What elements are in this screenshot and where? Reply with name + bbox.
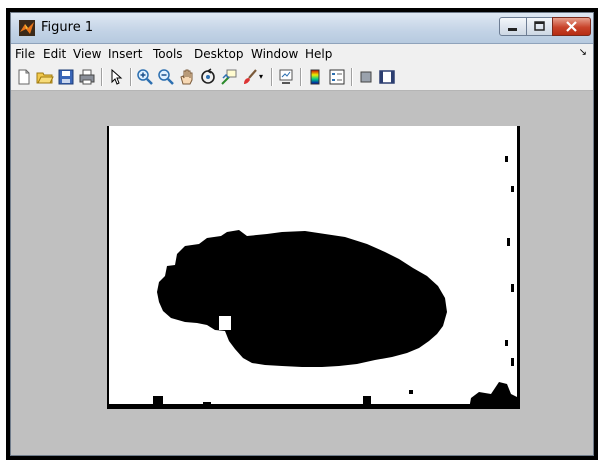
legend-button[interactable]: [328, 68, 346, 86]
toolbar-separator: [271, 68, 273, 86]
colorbar-icon: [310, 69, 320, 85]
menu-bar: File Edit View Insert Tools Desktop Wind…: [11, 44, 593, 64]
figure-window: Figure 1 File Edit View Insert Tools Des…: [10, 12, 594, 456]
pan-button[interactable]: [178, 68, 196, 86]
new-figure-icon: [18, 69, 30, 85]
menu-desktop[interactable]: Desktop: [194, 47, 244, 61]
brush-icon: [244, 69, 257, 84]
colorbar-button[interactable]: [306, 68, 324, 86]
brush-dropdown-icon[interactable]: ▾: [259, 72, 263, 81]
new-figure-button[interactable]: [15, 68, 33, 86]
matlab-logo-icon: [19, 20, 35, 36]
open-file-button[interactable]: [36, 68, 54, 86]
binary-image-axes[interactable]: [107, 126, 520, 409]
menu-insert[interactable]: Insert: [108, 47, 142, 61]
edit-plot-button[interactable]: [107, 68, 125, 86]
toolbar-separator: [300, 68, 302, 86]
toolbar-separator: [130, 68, 132, 86]
menu-view[interactable]: View: [73, 47, 101, 61]
menu-tools[interactable]: Tools: [153, 47, 183, 61]
maximize-button[interactable]: [526, 17, 553, 36]
close-button[interactable]: [552, 17, 591, 36]
toolbar-separator: [351, 68, 353, 86]
show-plot-tools-icon: [379, 70, 395, 84]
legend-icon: [329, 69, 345, 85]
open-file-icon: [36, 72, 54, 84]
rotate-3d-icon: [201, 68, 215, 84]
menu-edit[interactable]: Edit: [43, 47, 66, 61]
maximize-icon: [534, 21, 545, 31]
menu-window[interactable]: Window: [251, 47, 298, 61]
zoom-out-button[interactable]: [157, 68, 175, 86]
menu-file[interactable]: File: [15, 47, 35, 61]
minimize-button[interactable]: [499, 17, 527, 36]
figure-toolbar: ▾: [11, 64, 593, 91]
menu-help[interactable]: Help: [305, 47, 332, 61]
zoom-in-button[interactable]: [136, 68, 154, 86]
zoom-in-icon: [137, 69, 153, 85]
data-cursor-icon: [221, 69, 237, 85]
blob-notch: [219, 316, 231, 330]
minimize-icon: [508, 28, 517, 31]
close-icon: [566, 21, 577, 32]
print-button[interactable]: [78, 68, 96, 86]
dock-arrow-icon[interactable]: ↘: [579, 47, 587, 58]
data-cursor-button[interactable]: [220, 68, 238, 86]
hide-plot-tools-button[interactable]: [357, 68, 375, 86]
title-bar[interactable]: Figure 1: [11, 13, 593, 44]
link-plot-icon: [279, 69, 293, 84]
brush-button[interactable]: [241, 68, 259, 86]
toolbar-separator: [101, 68, 103, 86]
save-button[interactable]: [57, 68, 75, 86]
show-plot-tools-button[interactable]: [378, 68, 396, 86]
hide-plot-tools-icon: [360, 71, 372, 83]
save-icon: [58, 69, 74, 85]
pointer-icon: [111, 68, 123, 85]
print-icon: [79, 69, 95, 85]
link-plot-button[interactable]: [277, 68, 295, 86]
pan-hand-icon: [180, 69, 193, 85]
window-title: Figure 1: [41, 20, 94, 35]
rotate-3d-button[interactable]: [199, 68, 217, 86]
zoom-out-icon: [158, 69, 174, 85]
